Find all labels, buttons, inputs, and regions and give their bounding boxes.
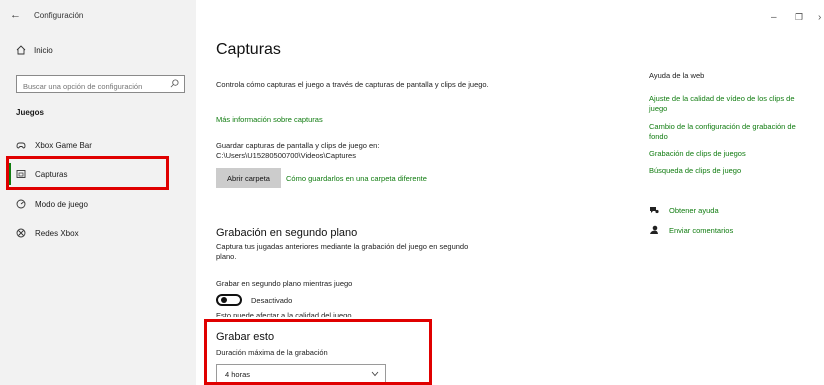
chat-help-icon	[650, 207, 659, 214]
more-info-link[interactable]: Más información sobre capturas	[216, 115, 323, 124]
window-title: Configuración	[34, 11, 84, 20]
toggle-knob	[221, 297, 227, 303]
game-mode-icon	[16, 199, 26, 209]
search-box[interactable]	[16, 75, 185, 95]
get-help-label: Obtener ayuda	[669, 205, 719, 215]
help-heading: Ayuda de la web	[649, 71, 705, 80]
sidebar-item-xbox-game-bar[interactable]: Xbox Game Bar	[16, 140, 92, 150]
sidebar-item-label: Inicio	[34, 45, 53, 55]
save-help-link[interactable]: Cómo guardarlos en una carpeta diferente	[286, 174, 427, 183]
save-path-text: Guardar capturas de pantalla y clips de …	[216, 141, 380, 160]
feedback-label: Enviar comentarios	[669, 225, 734, 235]
xbox-networking-icon	[16, 228, 26, 238]
sidebar-item-label: Xbox Game Bar	[35, 140, 92, 150]
get-help-link[interactable]: Obtener ayuda	[649, 205, 719, 215]
highlight-box-captures	[6, 156, 169, 190]
help-link[interactable]: Búsqueda de clips de juego	[649, 166, 799, 176]
background-recording-toggle[interactable]	[216, 294, 242, 306]
toggle-state: Desactivado	[251, 296, 293, 305]
home-icon	[16, 45, 26, 55]
xbox-game-bar-icon	[16, 142, 26, 149]
back-arrow-icon[interactable]: ←	[10, 9, 21, 21]
sidebar-item-home[interactable]: Inicio	[16, 45, 53, 55]
help-link[interactable]: Ajuste de la calidad de vídeo de los cli…	[649, 94, 799, 114]
help-link[interactable]: Cambio de la configuración de grabación …	[649, 122, 799, 142]
sidebar-item-label: Modo de juego	[35, 199, 88, 209]
feedback-link[interactable]: Enviar comentarios	[649, 225, 733, 235]
sidebar-section-title: Juegos	[16, 108, 45, 117]
sidebar-item-label: Redes Xbox	[35, 228, 79, 238]
background-recording-heading: Grabación en segundo plano	[216, 227, 358, 239]
sidebar-item-game-mode[interactable]: Modo de juego	[16, 199, 88, 209]
performance-note: Esto puede afectar a la calidad del jueg…	[216, 311, 354, 317]
feedback-icon	[650, 225, 658, 234]
help-link[interactable]: Grabación de clips de juegos	[649, 149, 799, 159]
open-folder-button[interactable]: Abrir carpeta	[216, 168, 281, 188]
sidebar-item-xbox-networking[interactable]: Redes Xbox	[16, 228, 79, 238]
sidebar	[0, 0, 196, 385]
highlight-box-record-this	[204, 319, 432, 385]
help-panel: Ayuda de la web Ajuste de la calidad de …	[649, 0, 819, 385]
page-description: Controla cómo capturas el juego a través…	[216, 80, 489, 89]
search-input[interactable]	[17, 78, 162, 95]
page-title: Capturas	[216, 41, 281, 58]
toggle-label: Grabar en segundo plano mientras juego	[216, 279, 353, 288]
background-recording-description: Captura tus jugadas anteriores mediante …	[216, 242, 469, 261]
search-icon[interactable]	[170, 79, 179, 88]
